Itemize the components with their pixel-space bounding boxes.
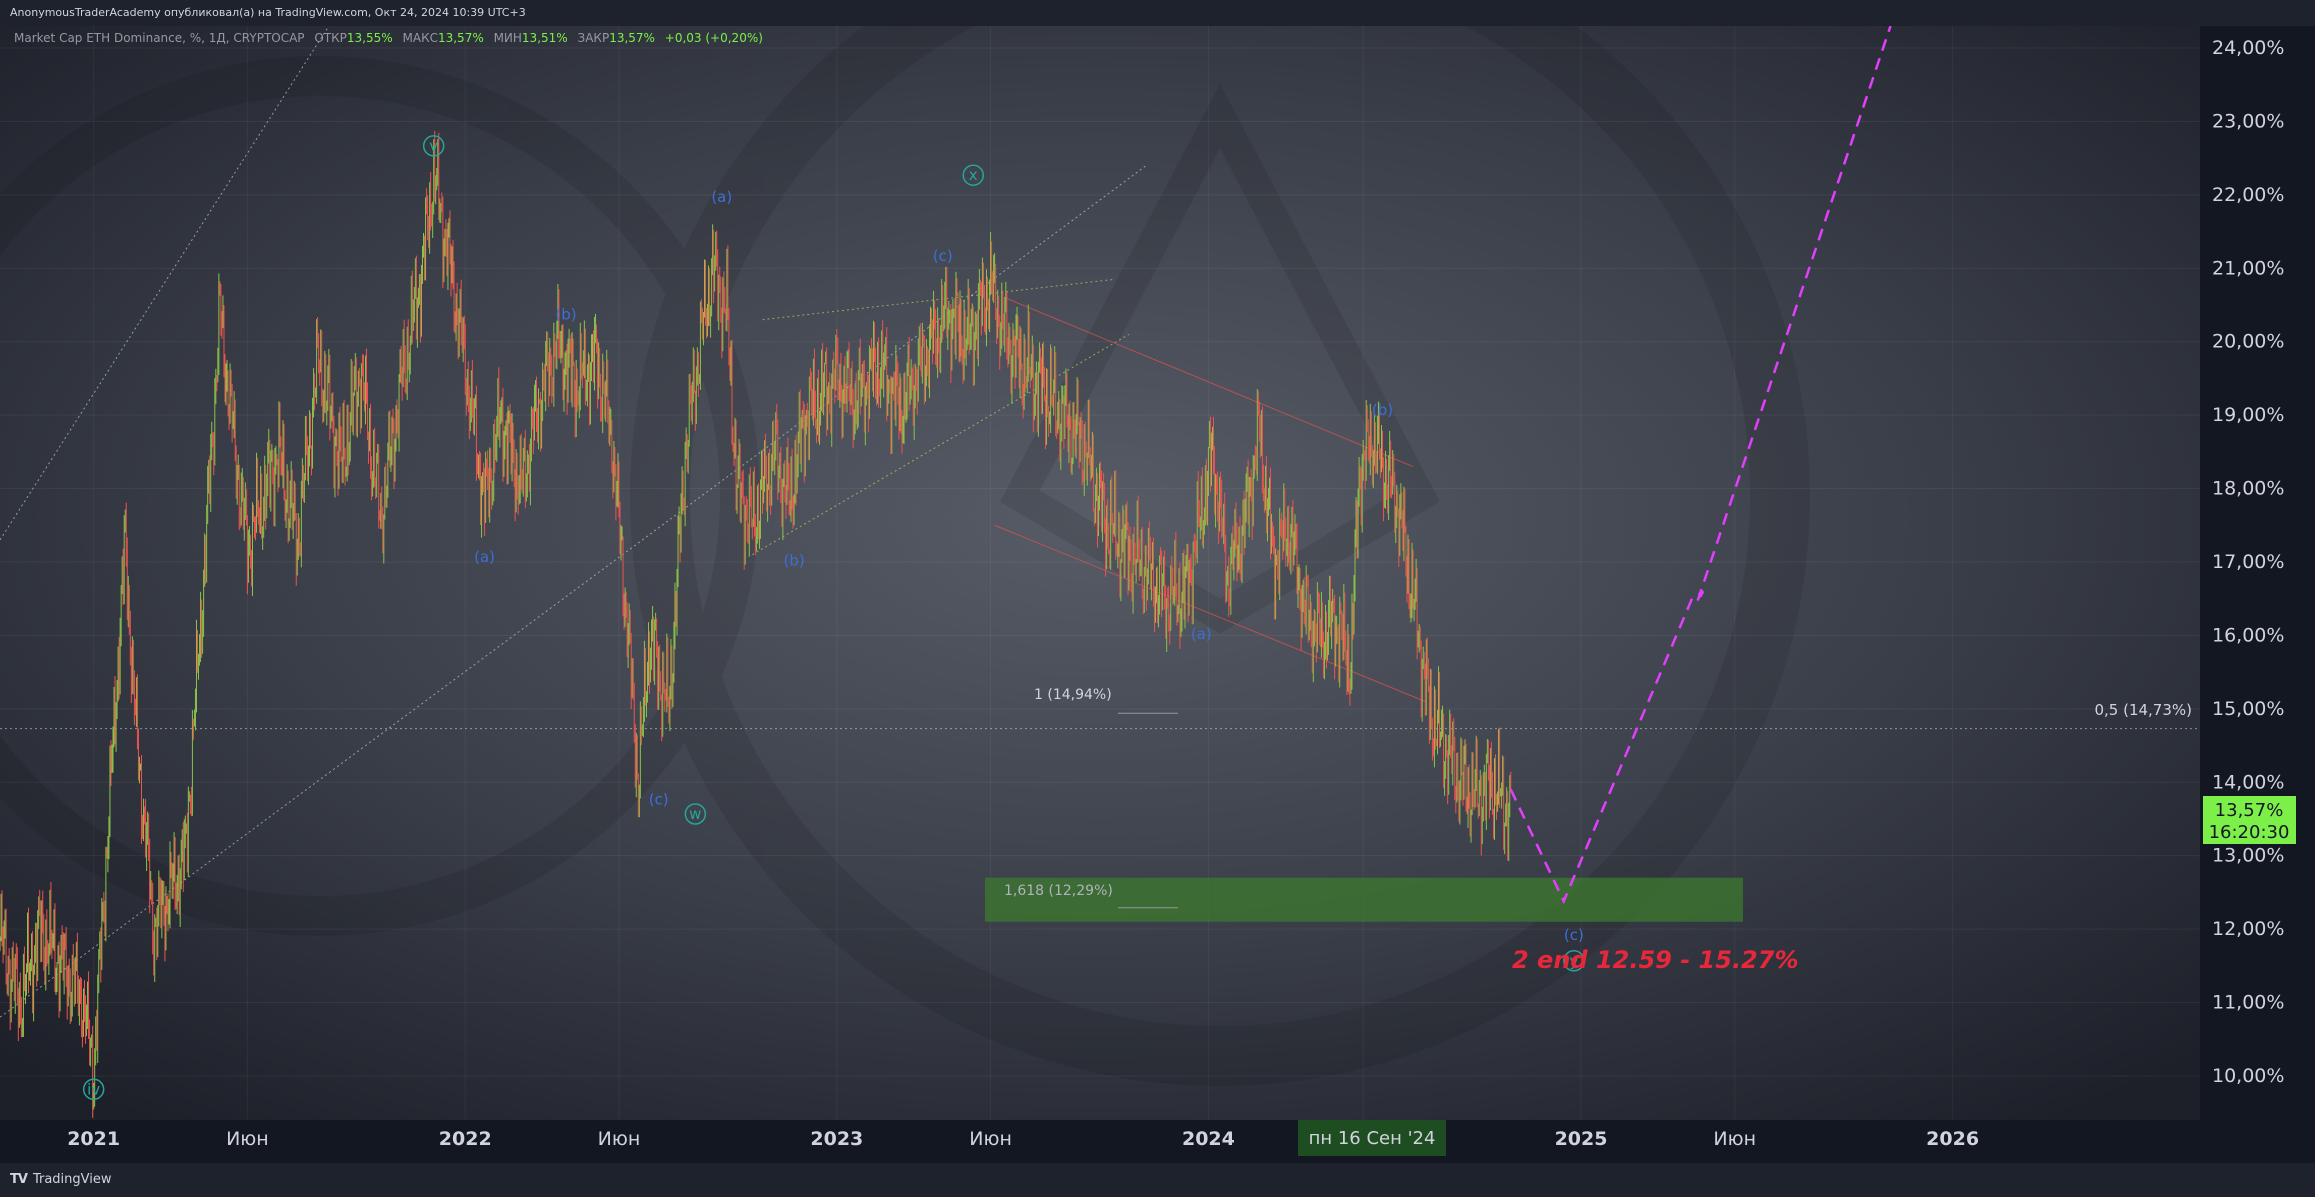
price-tag: 13,57% 16:20:30 [2203, 796, 2296, 844]
footer-brand: TradingView [32, 1172, 112, 1187]
y-tick-label: 11,00% [2212, 992, 2284, 1014]
x-tick-label: Июн [1713, 1128, 1756, 1150]
y-tick-label: 18,00% [2212, 478, 2284, 500]
y-tick-label: 20,00% [2212, 331, 2284, 353]
y-tick-label: 23,00% [2212, 110, 2284, 132]
target-annotation: 2 end 12.59 - 15.27% [1512, 946, 1799, 974]
publisher-text: AnonymousTraderAcademy опубликовал(а) на… [10, 6, 526, 19]
price-axis[interactable]: 10,00% 11,00% 12,00% 13,00% 14,00% 15,00% 16,0… [2212, 37, 2284, 1087]
y-tick-label: 16,00% [2212, 624, 2284, 646]
y-tick-label: 14,00% [2212, 771, 2284, 793]
wave-label: (c) [649, 790, 669, 808]
wave-label: w [689, 805, 701, 823]
x-tick-label: 2022 [439, 1128, 492, 1150]
fib-level-05-label: 0,5 (14,73%) [2094, 701, 2192, 719]
y-tick-label: 22,00% [2212, 184, 2284, 206]
x-tick-label: 2021 [67, 1128, 120, 1150]
fib-level-1618-label: 1,618 (12,29%) [1004, 883, 1113, 899]
legend-change: +0,03 (+0,20%) [665, 31, 763, 45]
y-tick-label: 12,00% [2212, 918, 2284, 940]
wave-label: (b) [1372, 401, 1393, 419]
crosshair-date-tag: пн 16 Сен '24 [1298, 1120, 1446, 1156]
x-tick-label: Июн [598, 1128, 641, 1150]
y-tick-label: 17,00% [2212, 551, 2284, 573]
y-tick-label: 21,00% [2212, 257, 2284, 279]
price-tag-countdown: 16:20:30 [2209, 822, 2290, 843]
wave-label: (b) [555, 306, 576, 324]
wave-label: (c) [1564, 926, 1584, 944]
x-tick-label: Июн [969, 1128, 1012, 1150]
wave-label: v [429, 137, 438, 155]
wave-label: (a) [1191, 625, 1212, 643]
tradingview-logo-icon: TV [10, 1172, 28, 1187]
x-tick-label: 2023 [810, 1128, 863, 1150]
y-tick-label: 19,00% [2212, 404, 2284, 426]
x-tick-label: 2024 [1182, 1128, 1235, 1150]
y-tick-label: 15,00% [2212, 698, 2284, 720]
y-tick-label: 13,00% [2212, 845, 2284, 867]
wave-label: (a) [711, 188, 732, 206]
price-tag-value: 13,57% [2215, 800, 2284, 821]
footer: TV TradingView [0, 1163, 2315, 1197]
legend-symbol: Market Cap ETH Dominance, %, 1Д, CRYPTOC… [14, 31, 305, 45]
svg-text:Market Cap ETH Dominance, %, 1: Market Cap ETH Dominance, %, 1Д, CRYPTOC… [14, 31, 763, 45]
legend: Market Cap ETH Dominance, %, 1Д, CRYPTOC… [14, 31, 763, 45]
x-tick-label: 2025 [1555, 1128, 1608, 1150]
wave-label: x [969, 166, 978, 184]
wave-label: (a) [474, 548, 495, 566]
x-tick-label: Июн [226, 1128, 269, 1150]
x-tick-label: 2026 [1926, 1128, 1979, 1150]
plot-background [0, 26, 2200, 1120]
publisher-header: AnonymousTraderAcademy опубликовал(а) на… [0, 0, 2315, 26]
wave-label: iv [87, 1080, 100, 1098]
y-tick-label: 24,00% [2212, 37, 2284, 59]
wave-label: (c) [933, 247, 953, 265]
fib-level-1-label: 1 (14,94%) [1034, 687, 1112, 703]
y-tick-label: 10,00% [2212, 1065, 2284, 1087]
wave-label: (b) [783, 552, 804, 570]
price-chart[interactable]: vivwxy(a)(b)(c)(a)(b)(c)(a)(b)(c) 10,00%… [0, 26, 2315, 1163]
crosshair-date: пн 16 Сен '24 [1309, 1128, 1436, 1149]
